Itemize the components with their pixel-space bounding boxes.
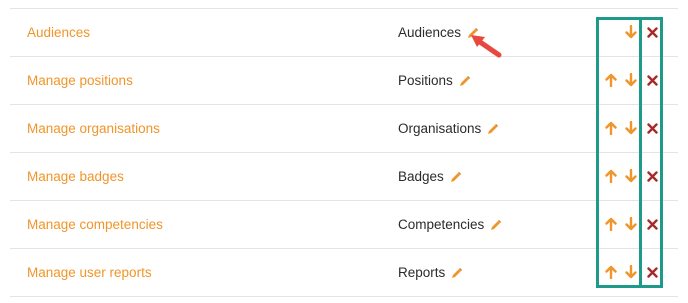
pencil-icon[interactable] [490, 219, 502, 231]
item-name-label: Reports [398, 265, 446, 280]
item-name: Competencies [398, 217, 502, 232]
table-row: Manage badges Badges [10, 152, 678, 200]
item-name-label: Organisations [398, 121, 482, 136]
row-controls [604, 23, 674, 43]
item-name: Badges [398, 169, 462, 184]
delete-x-icon[interactable] [645, 71, 659, 89]
pencil-icon[interactable] [450, 171, 462, 183]
table-row: Manage positions Positions [10, 56, 678, 104]
table-row: Manage competencies Competencies [10, 200, 678, 248]
item-link[interactable]: Manage organisations [27, 121, 160, 136]
arrow-up-icon[interactable] [604, 263, 618, 281]
arrow-up-icon[interactable] [604, 71, 618, 89]
row-controls [604, 71, 674, 91]
pointer-arrow-icon [471, 35, 502, 58]
table-row: Manage organisations Organisations [10, 104, 678, 152]
item-name: Audiences [398, 25, 479, 40]
delete-x-icon[interactable] [645, 23, 659, 41]
delete-x-icon[interactable] [645, 167, 659, 185]
delete-x-icon[interactable] [645, 263, 659, 281]
row-controls [604, 167, 674, 187]
pencil-icon[interactable] [451, 267, 463, 279]
row-controls [604, 215, 674, 235]
item-name-label: Competencies [398, 217, 485, 232]
item-name: Organisations [398, 121, 499, 136]
arrow-down-icon[interactable] [624, 263, 638, 281]
arrow-down-icon[interactable] [624, 23, 638, 41]
item-name-label: Badges [398, 169, 444, 184]
item-name-label: Positions [398, 73, 453, 88]
item-link[interactable]: Manage positions [27, 73, 133, 88]
item-link[interactable]: Audiences [27, 25, 90, 40]
arrow-up-icon[interactable] [604, 119, 618, 137]
delete-x-icon[interactable] [645, 215, 659, 233]
item-name: Reports [398, 265, 463, 280]
pencil-icon[interactable] [459, 75, 471, 87]
arrow-up-icon[interactable] [604, 215, 618, 233]
menu-items-table: Audiences Audiences Manage positions Pos… [10, 8, 678, 297]
delete-x-icon[interactable] [645, 119, 659, 137]
arrow-down-icon[interactable] [624, 167, 638, 185]
item-link[interactable]: Manage badges [27, 169, 124, 184]
arrow-down-icon[interactable] [624, 119, 638, 137]
item-link[interactable]: Manage competencies [27, 217, 163, 232]
item-link[interactable]: Manage user reports [27, 265, 152, 280]
item-name-label: Audiences [398, 25, 462, 40]
arrow-up-icon[interactable] [604, 167, 618, 185]
arrow-down-icon[interactable] [624, 215, 638, 233]
item-name: Positions [398, 73, 471, 88]
arrow-down-icon[interactable] [624, 71, 638, 89]
table-row: Manage user reports Reports [10, 248, 678, 297]
table-row: Audiences Audiences [10, 8, 678, 56]
row-controls [604, 119, 674, 139]
row-controls [604, 263, 674, 283]
pencil-icon[interactable] [487, 123, 499, 135]
